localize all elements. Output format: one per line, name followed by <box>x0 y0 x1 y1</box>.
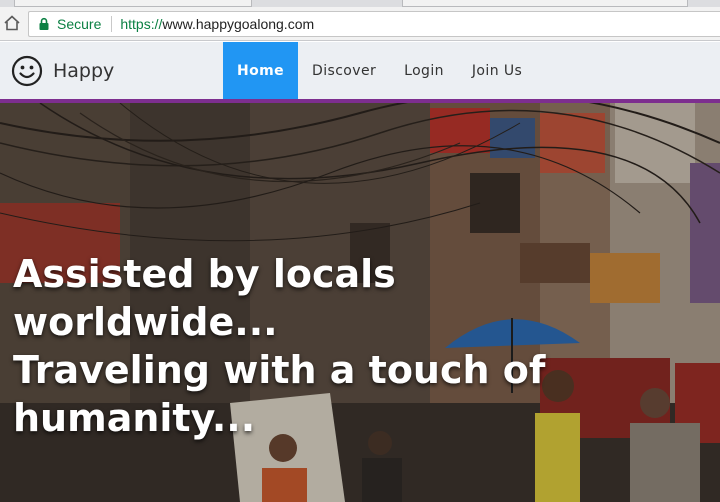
address-bar[interactable]: Secure https://www.happygoalong.com <box>28 11 720 37</box>
omnibox-divider <box>111 16 113 32</box>
browser-toolbar: Secure https://www.happygoalong.com <box>0 7 720 41</box>
lock-icon <box>39 17 49 30</box>
hero-headline-line: humanity... <box>13 396 256 440</box>
url-text[interactable]: https://www.happygoalong.com <box>120 16 314 32</box>
browser-tab[interactable] <box>402 0 688 7</box>
smiley-icon <box>11 55 43 87</box>
hero-headline-line: Assisted by locals <box>13 252 396 296</box>
hero-headline: Assisted by locals worldwide... Travelin… <box>13 250 573 442</box>
nav-home[interactable]: Home <box>223 42 299 100</box>
url-host: www.happygoalong.com <box>162 16 315 32</box>
brand-name: Happy <box>53 60 115 82</box>
brand-logo[interactable]: Happy <box>11 54 114 88</box>
nav-menu: Home Discover Login Join Us <box>223 42 536 100</box>
nav-login[interactable]: Login <box>390 42 458 100</box>
nav-discover[interactable]: Discover <box>298 42 390 100</box>
nav-join-us[interactable]: Join Us <box>458 42 536 100</box>
home-button[interactable] <box>2 13 22 33</box>
home-icon <box>4 15 20 31</box>
url-scheme: https:// <box>120 16 163 32</box>
browser-tab-strip <box>0 0 720 7</box>
hero-headline-line: Traveling with a touch of <box>13 348 546 392</box>
browser-tab[interactable] <box>14 0 252 7</box>
site-navbar: Happy Home Discover Login Join Us <box>0 42 720 100</box>
hero-banner: Assisted by locals worldwide... Travelin… <box>0 103 720 502</box>
hero-headline-line: worldwide... <box>13 300 278 344</box>
security-label[interactable]: Secure <box>57 16 101 32</box>
